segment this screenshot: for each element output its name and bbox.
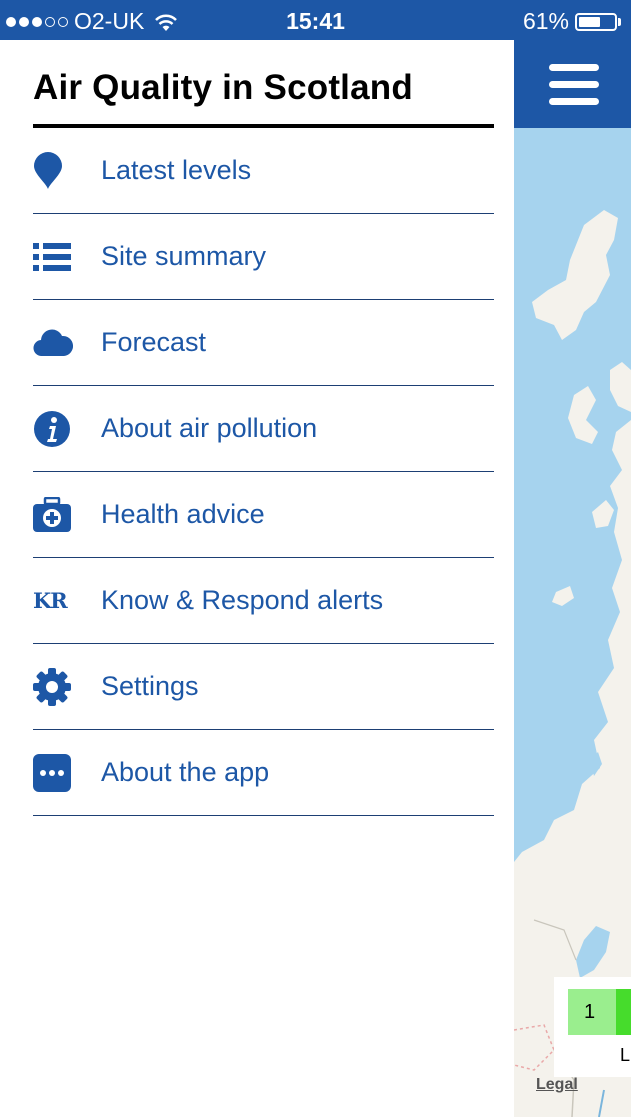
legal-link[interactable]: Legal xyxy=(536,1076,578,1094)
menu-hamburger-icon[interactable] xyxy=(549,64,599,106)
menu-label: About the app xyxy=(101,757,270,787)
app-header xyxy=(514,40,631,128)
menu-item-about-the-app[interactable]: About the app xyxy=(33,730,494,816)
status-bar: O2-UK 15:41 61% xyxy=(0,0,631,40)
kr-logo-icon: KR xyxy=(33,581,101,621)
map-view[interactable] xyxy=(514,40,631,1117)
nav-menu: Latest levels Site summary Forecast Abou… xyxy=(33,128,494,816)
gear-icon xyxy=(33,667,101,707)
menu-item-forecast[interactable]: Forecast xyxy=(33,300,494,386)
menu-item-latest-levels[interactable]: Latest levels xyxy=(33,128,494,214)
menu-label: About air pollution xyxy=(101,413,318,443)
menu-label: Settings xyxy=(101,671,199,701)
map-land-shapes xyxy=(514,210,631,1117)
menu-label: Latest levels xyxy=(101,155,252,185)
legend-band-low: 1 xyxy=(568,989,616,1035)
list-icon xyxy=(33,237,101,277)
info-icon xyxy=(33,409,101,449)
map-pin-icon xyxy=(33,151,101,191)
map-legend: 1 L xyxy=(554,977,631,1077)
battery-status: 61% xyxy=(523,8,621,35)
ellipsis-icon xyxy=(33,753,101,793)
menu-item-health-advice[interactable]: Health advice xyxy=(33,472,494,558)
menu-label: Health advice xyxy=(101,499,265,529)
cloud-icon xyxy=(33,323,101,363)
menu-item-know-respond-alerts[interactable]: KR Know & Respond alerts xyxy=(33,558,494,644)
menu-item-about-air-pollution[interactable]: About air pollution xyxy=(33,386,494,472)
battery-tip xyxy=(618,17,621,26)
kr-logo-text: KR xyxy=(33,588,68,613)
drawer-title: Air Quality in Scotland xyxy=(33,68,413,107)
menu-label: Forecast xyxy=(101,327,207,357)
first-aid-kit-icon xyxy=(33,495,101,535)
legend-label: L xyxy=(620,1045,631,1065)
legend-band-next xyxy=(616,989,631,1035)
menu-item-site-summary[interactable]: Site summary xyxy=(33,214,494,300)
menu-label: Site summary xyxy=(101,241,267,271)
battery-icon xyxy=(575,12,617,31)
menu-item-settings[interactable]: Settings xyxy=(33,644,494,730)
battery-percent: 61% xyxy=(522,8,569,34)
navigation-drawer: Air Quality in Scotland Latest levels Si… xyxy=(0,40,514,1117)
menu-label: Know & Respond alerts xyxy=(101,585,384,615)
